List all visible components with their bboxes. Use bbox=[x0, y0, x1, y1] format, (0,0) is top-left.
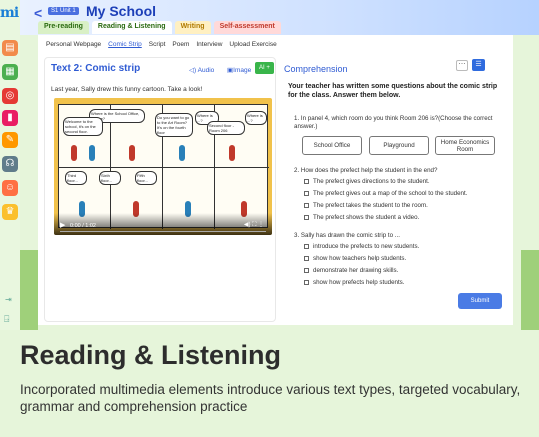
book-icon[interactable]: ▮ bbox=[2, 110, 18, 126]
speech-bubble: Second floor - Room 206 bbox=[207, 121, 245, 135]
volume-icon[interactable]: ◀) bbox=[244, 222, 251, 228]
checkbox[interactable] bbox=[304, 244, 309, 249]
building-icon[interactable]: ▦ bbox=[2, 64, 18, 80]
comic-character bbox=[129, 145, 135, 161]
comic-character bbox=[71, 145, 77, 161]
checkbox-option[interactable]: The prefect gives out a map of the schoo… bbox=[304, 190, 467, 197]
text-card: Text 2: Comic strip ◁) Audio ▣Image AI +… bbox=[44, 57, 276, 322]
submit-button[interactable]: Submit bbox=[458, 293, 502, 309]
tab-self-assessment[interactable]: Self-assessment bbox=[213, 21, 281, 34]
checkbox-option[interactable]: The prefect gives directions to the stud… bbox=[304, 178, 430, 185]
tab-writing[interactable]: Writing bbox=[174, 21, 211, 34]
comic-character bbox=[229, 145, 235, 161]
checkbox-option[interactable]: The prefect takes the student to the roo… bbox=[304, 202, 428, 209]
tab-pre-reading[interactable]: Pre-reading bbox=[38, 21, 89, 34]
comic-video[interactable]: Where is the School Office, please? Welc… bbox=[54, 98, 272, 235]
option-label: show how teachers help students. bbox=[313, 255, 407, 262]
video-control-icons[interactable]: ◀) ⛶ ⋮ bbox=[244, 221, 264, 229]
feature-description: Incorporated multimedia elements introdu… bbox=[20, 382, 521, 414]
checkbox[interactable] bbox=[304, 191, 309, 196]
checkbox[interactable] bbox=[304, 179, 309, 184]
checkbox-option[interactable]: show how prefects help students. bbox=[304, 279, 405, 286]
option-label: The prefect gives out a map of the schoo… bbox=[313, 190, 468, 197]
video-progress[interactable] bbox=[60, 231, 266, 232]
subnav-interview[interactable]: Interview bbox=[196, 41, 222, 48]
speech-bubble: Sixth floor... bbox=[99, 171, 121, 185]
play-icon[interactable]: ▶ bbox=[60, 221, 65, 229]
subnav-upload-exercise[interactable]: Upload Exercise bbox=[229, 41, 276, 48]
back-button[interactable]: < bbox=[34, 5, 42, 21]
text-title: Text 2: Comic strip bbox=[51, 63, 141, 74]
answer-option[interactable]: Playground bbox=[369, 136, 429, 155]
subnav-personal-webpage[interactable]: Personal Webpage bbox=[46, 41, 101, 48]
option-label: The prefect takes the student to the roo… bbox=[313, 202, 428, 209]
checkbox[interactable] bbox=[304, 280, 309, 285]
comic-character bbox=[89, 145, 95, 161]
checkbox-option[interactable]: The prefect shows the student a video. bbox=[304, 214, 419, 221]
checkbox[interactable] bbox=[304, 268, 309, 273]
speech-bubble: Welcome to the school, it's on the secon… bbox=[63, 117, 103, 136]
answer-option[interactable]: Home Economics Room bbox=[435, 136, 495, 155]
audio-button[interactable]: ◁) Audio bbox=[189, 66, 214, 74]
checkbox-option[interactable]: show how teachers help students. bbox=[304, 255, 406, 262]
image-label: Image bbox=[233, 67, 252, 74]
checkbox[interactable] bbox=[304, 256, 309, 261]
checkbox[interactable] bbox=[304, 215, 309, 220]
books-icon[interactable]: ▤ bbox=[2, 40, 18, 56]
subnav-comic-strip[interactable]: Comic Strip bbox=[108, 41, 142, 48]
section-tabs: Pre-reading Reading & Listening Writing … bbox=[38, 21, 281, 34]
fullscreen-icon[interactable]: ⛶ bbox=[252, 222, 256, 228]
app-logo: mi bbox=[0, 5, 19, 21]
pen-icon[interactable]: ✎ bbox=[2, 132, 18, 148]
intro-text: Last year, Sally drew this funny cartoon… bbox=[51, 86, 203, 93]
page-title: My School bbox=[86, 3, 157, 19]
option-label: demonstrate her drawing skills. bbox=[313, 267, 399, 274]
sub-navigation: Personal Webpage Comic Strip Script Poem… bbox=[46, 41, 277, 48]
comic-character bbox=[179, 145, 185, 161]
speaker-icon[interactable]: ☊ bbox=[2, 156, 18, 172]
target-icon[interactable]: ◎ bbox=[2, 88, 18, 104]
video-time: 0:00 / 1:02 bbox=[70, 223, 96, 229]
answer-option[interactable]: School Office bbox=[302, 136, 362, 155]
audio-label: Audio bbox=[197, 67, 215, 74]
comprehension-heading: Comprehension bbox=[284, 64, 348, 74]
speaker-icon: ◁) bbox=[189, 67, 197, 74]
tab-reading-listening[interactable]: Reading & Listening bbox=[91, 21, 172, 34]
more-options-button[interactable]: ⋯ bbox=[456, 60, 468, 71]
mood-icon[interactable]: ☺ bbox=[2, 180, 18, 196]
comic-strip-image: Where is the School Office, please? Welc… bbox=[58, 104, 269, 229]
decor-left bbox=[20, 250, 38, 330]
more-icon[interactable]: ⋮ bbox=[258, 222, 264, 228]
ai-button[interactable]: AI + bbox=[255, 62, 274, 74]
subnav-script[interactable]: Script bbox=[149, 41, 166, 48]
main-panel: Personal Webpage Comic Strip Script Poem… bbox=[38, 35, 513, 325]
list-view-button[interactable]: ☰ bbox=[472, 59, 485, 71]
feature-title: Reading & Listening bbox=[20, 340, 282, 370]
logout-icon[interactable]: ⍈ bbox=[4, 314, 9, 325]
instructions: Your teacher has written some questions … bbox=[288, 83, 498, 99]
collapse-icon[interactable]: ⇥ bbox=[5, 295, 12, 304]
question-2: 2. How does the prefect help the student… bbox=[294, 167, 438, 174]
speech-bubble: Do you want to go to the Art Room? It's … bbox=[155, 113, 193, 137]
checkbox[interactable] bbox=[304, 203, 309, 208]
trophy-icon[interactable]: ♛ bbox=[2, 204, 18, 220]
decor-right bbox=[521, 250, 539, 330]
option-label: show how prefects help students. bbox=[313, 279, 405, 286]
image-button[interactable]: ▣Image bbox=[227, 66, 251, 74]
speech-bubble: Where is ...? bbox=[245, 111, 267, 125]
checkbox-option[interactable]: introduce the prefects to new students. bbox=[304, 243, 419, 250]
speech-bubble: Fifth floor... bbox=[135, 171, 157, 185]
speech-bubble: Third floor... bbox=[65, 171, 87, 185]
question-3: 3. Sally has drawn the comic strip to ..… bbox=[294, 232, 400, 239]
left-rail: mi ▤ ▦ ◎ ▮ ✎ ☊ ☺ ♛ ⇥ ⍈ bbox=[0, 0, 20, 330]
option-label: The prefect gives directions to the stud… bbox=[313, 178, 430, 185]
checkbox-option[interactable]: demonstrate her drawing skills. bbox=[304, 267, 398, 274]
question-1: 1. In panel 4, which room do you think R… bbox=[294, 115, 493, 130]
unit-badge: S1 Unit 1 bbox=[48, 7, 79, 15]
subnav-poem[interactable]: Poem bbox=[172, 41, 189, 48]
option-label: The prefect shows the student a video. bbox=[313, 214, 420, 221]
option-label: introduce the prefects to new students. bbox=[313, 243, 420, 250]
